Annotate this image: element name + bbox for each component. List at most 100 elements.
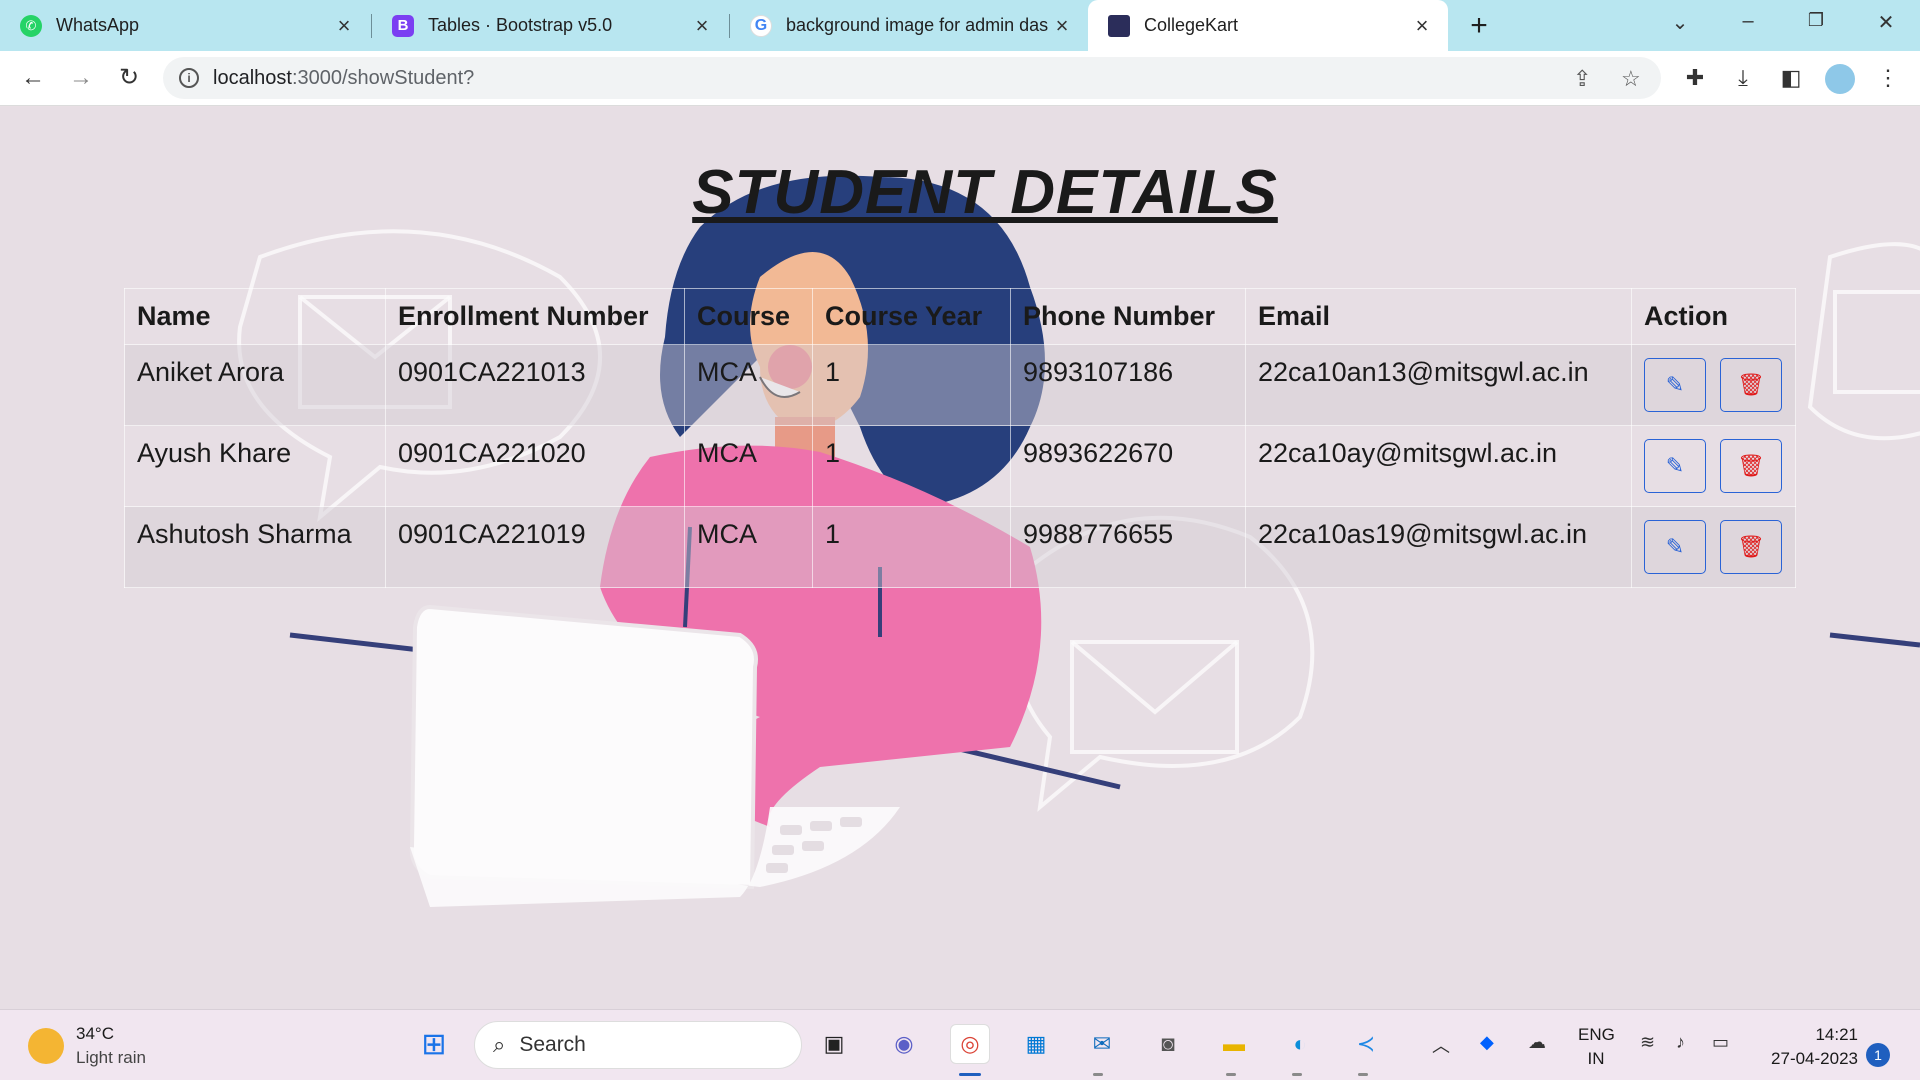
page-content: STUDENT DETAILS Name Enrollment Number C… [0,107,1920,1009]
edit-icon: ✎ [1665,372,1685,397]
onedrive-icon[interactable]: ☁ [1528,1032,1546,1053]
site-info-icon[interactable]: i [179,68,199,88]
tab-collegekart[interactable]: CollegeKart × [1088,0,1448,51]
cell-email: 22ca10as19@mitsgwl.ac.in [1245,506,1632,588]
back-icon[interactable]: ← [18,64,48,94]
download-icon[interactable]: ⤓ [1728,63,1758,93]
tab-search-icon[interactable]: ⌄ [1660,10,1700,40]
cell-enrollment: 0901CA221013 [385,344,685,426]
cell-action: ✎ 🗑 [1631,506,1796,588]
search-label: Search [519,1033,586,1056]
cell-email: 22ca10an13@mitsgwl.ac.in [1245,344,1632,426]
cell-course: MCA [684,344,813,426]
clock[interactable]: 14:21 27-04-2023 [1760,1023,1858,1071]
wifi-icon[interactable]: ≋ [1640,1032,1655,1053]
trash-icon: 🗑 [1737,534,1765,559]
cell-phone: 9893622670 [1010,425,1246,507]
cell-email: 22ca10ay@mitsgwl.ac.in [1245,425,1632,507]
browser-toolbar: ← → ↻ i localhost:3000/showStudent? ⇪ ☆ … [0,51,1920,106]
trash-icon: 🗑 [1737,372,1765,397]
forward-icon[interactable]: → [66,64,96,94]
close-icon[interactable]: × [332,13,356,38]
cell-name: Ashutosh Sharma [124,506,386,588]
page-title: STUDENT DETAILS [692,158,1278,227]
side-panel-icon[interactable]: ◧ [1776,63,1806,93]
cell-course-year: 1 [812,506,1011,588]
tab-strip: ✆ WhatsApp × B Tables · Bootstrap v5.0 ×… [0,0,1920,51]
close-icon[interactable]: × [690,13,714,38]
tab-title: Tables · Bootstrap v5.0 [428,15,613,35]
column-header-phone: Phone Number [1010,288,1246,345]
chevron-up-icon[interactable]: ︿ [1432,1032,1450,1058]
restore-icon[interactable]: ❐ [1796,10,1836,40]
weather-widget[interactable]: 34°C Light rain [28,1022,146,1070]
extensions-icon[interactable]: ✚ [1680,63,1710,93]
student-table: Name Enrollment Number Course Course Yea… [124,288,1796,588]
volume-icon[interactable]: ♪ [1676,1032,1685,1053]
tab-title: WhatsApp [56,15,140,35]
teams-icon[interactable]: ◉ [884,1024,924,1064]
edit-button[interactable]: ✎ [1644,439,1706,493]
close-icon[interactable]: × [1410,13,1434,38]
table-row: Aniket Arora 0901CA221013 MCA 1 98931071… [124,344,1796,426]
cell-action: ✎ 🗑 [1631,344,1796,426]
table-header-row: Name Enrollment Number Course Course Yea… [124,288,1796,345]
vscode-icon[interactable]: ≺ [1346,1024,1386,1064]
cell-name: Ayush Khare [124,425,386,507]
google-icon: G [750,14,772,37]
tab-google[interactable]: G background image for admin das × [730,0,1088,51]
taskbar-search[interactable]: ⌕ Search [474,1021,802,1069]
column-header-course-year: Course Year [812,288,1011,345]
weather-icon [28,1028,64,1064]
tab-whatsapp[interactable]: ✆ WhatsApp × [0,0,370,51]
trash-icon: 🗑 [1737,453,1765,478]
windows-start-icon[interactable]: ⊞ [414,1024,454,1064]
menu-icon[interactable]: ⋮ [1873,63,1903,93]
file-explorer-icon[interactable]: ▬ [1214,1024,1254,1064]
close-window-icon[interactable]: ✕ [1866,10,1906,40]
edit-icon: ✎ [1665,534,1685,559]
edge-icon[interactable]: ◐ [1280,1024,1320,1064]
close-icon[interactable]: × [1050,13,1074,38]
delete-button[interactable]: 🗑 [1720,358,1782,412]
weather-temp: 34°C [76,1024,114,1043]
camera-icon[interactable]: ◙ [1148,1024,1188,1064]
cell-enrollment: 0901CA221020 [385,425,685,507]
dropbox-icon[interactable]: ◆ [1480,1032,1494,1053]
column-header-email: Email [1245,288,1632,345]
cell-enrollment: 0901CA221019 [385,506,685,588]
edit-button[interactable]: ✎ [1644,520,1706,574]
column-header-enrollment: Enrollment Number [385,288,685,345]
chrome-icon[interactable]: ◎ [950,1024,990,1064]
table-row: Ayush Khare 0901CA221020 MCA 1 989362267… [124,425,1796,507]
new-tab-button[interactable]: + [1464,11,1494,42]
edit-button[interactable]: ✎ [1644,358,1706,412]
column-header-course: Course [684,288,813,345]
store-icon[interactable]: ▦ [1016,1024,1056,1064]
collegekart-icon [1108,14,1130,37]
search-icon: ⌕ [493,1032,506,1057]
cell-phone: 9988776655 [1010,506,1246,588]
minimize-icon[interactable]: – [1728,10,1768,40]
mail-icon[interactable]: ✉ [1082,1024,1122,1064]
notification-badge[interactable]: 1 [1866,1043,1890,1067]
language-indicator[interactable]: ENG IN [1578,1023,1615,1071]
tab-title: background image for admin das [786,15,1049,35]
cell-course: MCA [684,425,813,507]
tab-title: CollegeKart [1144,15,1239,35]
address-bar[interactable]: i localhost:3000/showStudent? ⇪ ☆ [163,57,1661,99]
reload-icon[interactable]: ↻ [114,64,144,94]
delete-button[interactable]: 🗑 [1720,439,1782,493]
task-view-icon[interactable]: ▣ [814,1024,854,1064]
delete-button[interactable]: 🗑 [1720,520,1782,574]
battery-icon[interactable]: ▭ [1712,1032,1729,1053]
weather-desc: Light rain [76,1048,146,1067]
cell-action: ✎ 🗑 [1631,425,1796,507]
cell-course-year: 1 [812,425,1011,507]
profile-avatar[interactable] [1825,64,1855,94]
tab-bootstrap[interactable]: B Tables · Bootstrap v5.0 × [372,0,728,51]
bookmark-star-icon[interactable]: ☆ [1621,66,1641,92]
share-icon[interactable]: ⇪ [1573,66,1591,92]
bootstrap-icon: B [392,14,414,37]
column-header-name: Name [124,288,386,345]
